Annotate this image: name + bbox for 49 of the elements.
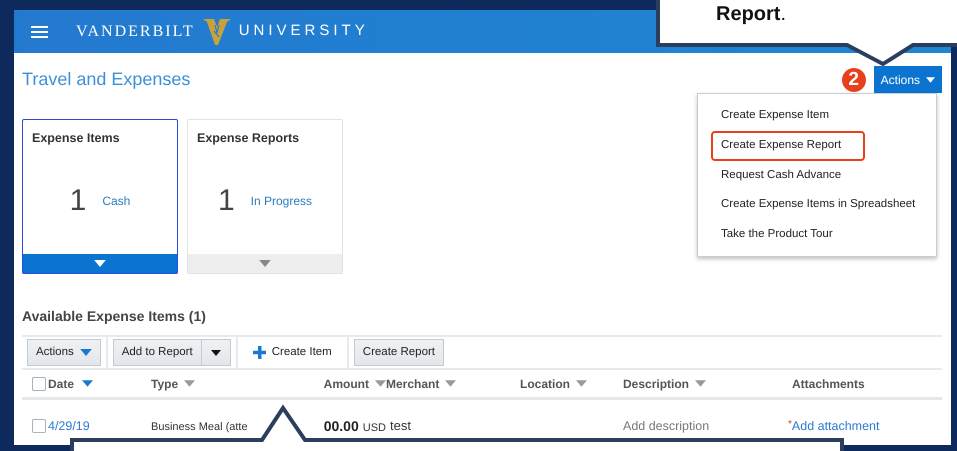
add-to-report-split-button[interactable]: Add to Report <box>112 339 231 366</box>
logo-text: VANDERBILT <box>76 22 195 42</box>
caret-icon <box>94 260 106 267</box>
summary-tile[interactable]: Expense Reports 1 In Progress <box>187 119 343 274</box>
create-report-button[interactable]: Create Report <box>354 339 444 366</box>
page-title: Travel and Expenses <box>22 68 190 91</box>
menu-item[interactable]: Take the Product Tour <box>711 220 843 250</box>
tile-title: Expense Reports <box>196 130 300 147</box>
actions-dropdown-button[interactable]: Actions <box>27 339 101 366</box>
tile-footer[interactable] <box>188 254 342 273</box>
menu-icon[interactable] <box>31 26 48 38</box>
tile-status-link[interactable]: Cash <box>102 192 130 210</box>
tile-count: 1 <box>218 183 235 220</box>
amount-text: 00.00 <box>324 416 359 436</box>
column-header[interactable]: Description <box>623 374 690 392</box>
caret-icon <box>80 349 92 356</box>
add-attachment-link[interactable]: *Add attachment <box>788 418 880 433</box>
menu-item[interactable]: Request Cash Advance <box>711 160 852 190</box>
merchant-text: test <box>390 418 411 434</box>
logo-text: UNIVERSITY <box>238 21 369 42</box>
column-header[interactable]: Date <box>48 374 74 392</box>
row-checkbox[interactable] <box>32 419 46 433</box>
tile-status-link[interactable]: In Progress <box>250 192 312 210</box>
date-link[interactable]: 4/29/19 <box>48 416 90 436</box>
section-title: Available Expense Items (1) <box>22 307 207 326</box>
summary-tile[interactable]: Expense Items 1 Cash <box>22 119 178 274</box>
menu-item[interactable]: Create Expense Item <box>711 101 840 131</box>
column-header[interactable]: Location <box>520 374 570 392</box>
column-header: Attachments <box>792 376 865 392</box>
select-all-checkbox[interactable] <box>32 376 46 390</box>
type-text: Business Meal (atte <box>151 420 248 433</box>
caret-icon <box>259 260 271 267</box>
caret-icon <box>926 76 935 82</box>
create-item-button[interactable]: Create Item <box>242 344 342 362</box>
callout-text: Report. <box>716 4 786 24</box>
tile-title: Expense Items <box>31 130 121 147</box>
tile-footer[interactable] <box>23 254 177 273</box>
plus-icon <box>252 346 266 359</box>
menu-item[interactable]: Create Expense Items in Spreadsheet <box>711 190 926 220</box>
currency-text: USD <box>362 420 386 436</box>
step-number-badge: 2 <box>842 68 866 92</box>
v-logo-icon <box>202 18 231 44</box>
actions-button[interactable]: Actions <box>874 66 942 93</box>
menu-item[interactable]: Create Expense Report <box>711 130 866 161</box>
column-header[interactable]: Amount <box>324 374 369 392</box>
column-header[interactable]: Merchant <box>386 374 440 392</box>
tile-count: 1 <box>70 183 86 220</box>
column-header[interactable]: Type <box>151 374 178 392</box>
caret-icon <box>210 350 221 356</box>
